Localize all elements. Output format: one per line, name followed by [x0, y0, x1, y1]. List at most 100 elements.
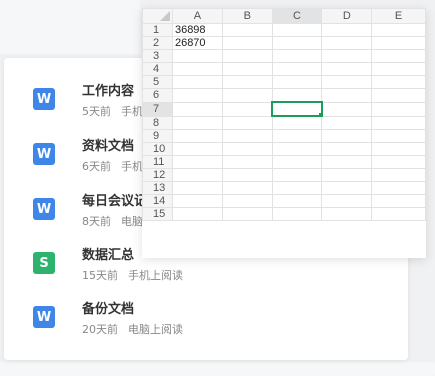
select-all-corner[interactable] — [142, 8, 173, 24]
cell-e11[interactable] — [371, 155, 426, 169]
cell-c2[interactable] — [271, 36, 323, 50]
cell-c15[interactable] — [271, 207, 323, 221]
cell-d14[interactable] — [321, 194, 373, 208]
cell-e4[interactable] — [371, 62, 426, 76]
cell-b2[interactable] — [221, 36, 273, 50]
cell-a9[interactable] — [171, 129, 223, 143]
cell-a11[interactable] — [171, 155, 223, 169]
cell-d10[interactable] — [321, 142, 373, 156]
cell-a12[interactable] — [171, 168, 223, 182]
cell-b12[interactable] — [221, 168, 273, 182]
cell-c13[interactable] — [271, 181, 323, 195]
row-header[interactable]: 14 — [142, 194, 173, 208]
cell-c4[interactable] — [271, 62, 323, 76]
row-header[interactable]: 1 — [142, 23, 173, 37]
row-header[interactable]: 2 — [142, 36, 173, 50]
cell-a4[interactable] — [171, 62, 223, 76]
row-header[interactable]: 11 — [142, 155, 173, 169]
cell-c5[interactable] — [271, 75, 323, 89]
cell-b4[interactable] — [221, 62, 273, 76]
cell-c12[interactable] — [271, 168, 323, 182]
row-header[interactable]: 6 — [142, 88, 173, 103]
cell-e9[interactable] — [371, 129, 426, 143]
cell-d1[interactable] — [321, 23, 373, 37]
cell-a2[interactable]: 26870 — [171, 36, 223, 50]
cell-b15[interactable] — [221, 207, 273, 221]
cell-a5[interactable] — [171, 75, 223, 89]
cell-b6[interactable] — [221, 88, 273, 103]
cell-a15[interactable] — [171, 207, 223, 221]
cell-d4[interactable] — [321, 62, 373, 76]
cell-e12[interactable] — [371, 168, 426, 182]
cell-c3[interactable] — [271, 49, 323, 63]
sheet-row: 14 — [142, 194, 426, 208]
cell-e14[interactable] — [371, 194, 426, 208]
row-header[interactable]: 7 — [142, 101, 173, 117]
cell-b7[interactable] — [221, 101, 273, 117]
cell-b3[interactable] — [221, 49, 273, 63]
column-header[interactable]: D — [321, 8, 373, 24]
cell-d7[interactable] — [321, 101, 373, 117]
cell-a10[interactable] — [171, 142, 223, 156]
cell-e1[interactable] — [371, 23, 426, 37]
row-header[interactable]: 12 — [142, 168, 173, 182]
column-header[interactable]: C — [271, 8, 323, 24]
cell-d5[interactable] — [321, 75, 373, 89]
cell-b1[interactable] — [221, 23, 273, 37]
cell-d9[interactable] — [321, 129, 373, 143]
cell-d3[interactable] — [321, 49, 373, 63]
cell-e10[interactable] — [371, 142, 426, 156]
cell-a6[interactable] — [171, 88, 223, 103]
cell-b8[interactable] — [221, 115, 273, 130]
cell-b9[interactable] — [221, 129, 273, 143]
cell-a14[interactable] — [171, 194, 223, 208]
row-header[interactable]: 15 — [142, 207, 173, 221]
file-item[interactable]: W 备份文档 20天前 电脑上阅读 — [4, 298, 408, 348]
row-header[interactable]: 8 — [142, 115, 173, 130]
column-header[interactable]: A — [171, 8, 223, 24]
row-header[interactable]: 9 — [142, 129, 173, 143]
row-header[interactable]: 5 — [142, 75, 173, 89]
cell-d11[interactable] — [321, 155, 373, 169]
cell-c6[interactable] — [271, 88, 323, 103]
cell-e8[interactable] — [371, 115, 426, 130]
column-header[interactable]: B — [221, 8, 273, 24]
row-header[interactable]: 4 — [142, 62, 173, 76]
fill-handle[interactable] — [317, 112, 320, 114]
row-header[interactable]: 13 — [142, 181, 173, 195]
cell-c10[interactable] — [271, 142, 323, 156]
cell-e6[interactable] — [371, 88, 426, 103]
cell-c7[interactable] — [271, 101, 323, 117]
cell-b13[interactable] — [221, 181, 273, 195]
cell-b10[interactable] — [221, 142, 273, 156]
cell-e7[interactable] — [371, 101, 426, 117]
cell-a3[interactable] — [171, 49, 223, 63]
cell-c14[interactable] — [271, 194, 323, 208]
cell-a13[interactable] — [171, 181, 223, 195]
column-header[interactable]: E — [371, 8, 426, 24]
cell-c8[interactable] — [271, 115, 323, 130]
cell-b14[interactable] — [221, 194, 273, 208]
row-header[interactable]: 10 — [142, 142, 173, 156]
cell-c11[interactable] — [271, 155, 323, 169]
cell-c1[interactable] — [271, 23, 323, 37]
cell-e15[interactable] — [371, 207, 426, 221]
cell-e2[interactable] — [371, 36, 426, 50]
cell-a8[interactable] — [171, 115, 223, 130]
cell-d12[interactable] — [321, 168, 373, 182]
cell-e13[interactable] — [371, 181, 426, 195]
cell-a1[interactable]: 36898 — [171, 23, 223, 37]
file-source: 手机上阅读 — [128, 269, 183, 282]
cell-d6[interactable] — [321, 88, 373, 103]
cell-a7[interactable] — [171, 101, 223, 117]
cell-b11[interactable] — [221, 155, 273, 169]
cell-c9[interactable] — [271, 129, 323, 143]
cell-e5[interactable] — [371, 75, 426, 89]
cell-d15[interactable] — [321, 207, 373, 221]
cell-d13[interactable] — [321, 181, 373, 195]
row-header[interactable]: 3 — [142, 49, 173, 63]
cell-d8[interactable] — [321, 115, 373, 130]
cell-b5[interactable] — [221, 75, 273, 89]
cell-e3[interactable] — [371, 49, 426, 63]
cell-d2[interactable] — [321, 36, 373, 50]
